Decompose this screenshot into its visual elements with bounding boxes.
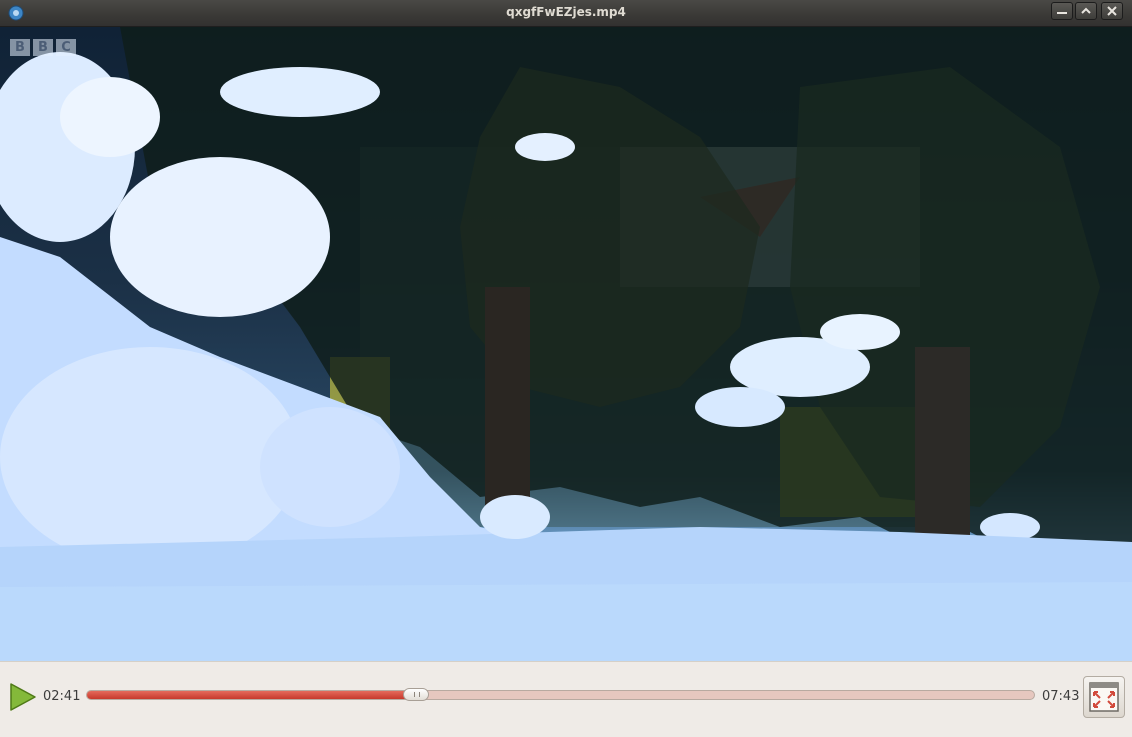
watermark-letter: B	[10, 39, 30, 56]
seek-bar[interactable]	[86, 690, 1035, 700]
total-duration: 07:43	[1042, 689, 1080, 704]
maximize-button[interactable]	[1075, 2, 1097, 20]
watermark-letter: C	[56, 39, 76, 56]
seek-handle[interactable]	[403, 688, 430, 701]
watermark-letter: B	[33, 39, 53, 56]
video-scene	[0, 27, 1132, 661]
bbc-watermark: B B C	[10, 39, 76, 56]
play-icon[interactable]	[8, 682, 38, 712]
minimize-icon	[1057, 12, 1067, 14]
playback-controls: 02:41 07:43	[0, 661, 1132, 737]
fullscreen-button[interactable]	[1083, 676, 1125, 718]
close-button[interactable]	[1101, 2, 1123, 20]
close-icon	[1107, 6, 1117, 16]
window-title: qxgfFwEZjes.mp4	[506, 5, 626, 19]
video-frame[interactable]: B B C	[0, 27, 1132, 661]
minimize-button[interactable]	[1051, 2, 1073, 20]
title-bar: qxgfFwEZjes.mp4	[0, 0, 1132, 27]
maximize-icon	[1081, 7, 1091, 14]
seek-progress	[87, 691, 417, 699]
fullscreen-icon	[1089, 682, 1119, 712]
elapsed-time: 02:41	[43, 689, 81, 704]
